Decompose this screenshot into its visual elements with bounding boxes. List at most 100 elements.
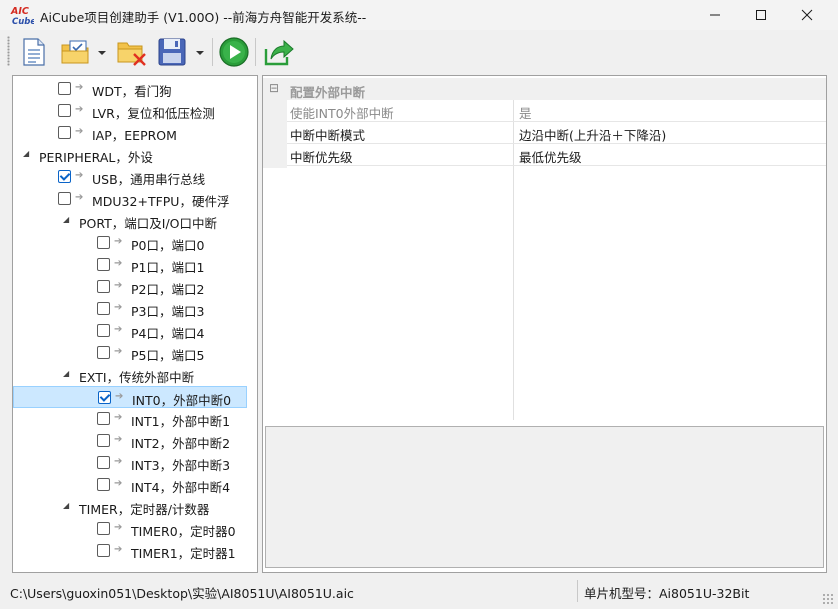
expand-toggle-icon[interactable]: ◢ <box>23 149 33 159</box>
tree-node-label: P4口，端口4 <box>131 326 205 341</box>
expand-toggle-icon[interactable]: ◢ <box>63 369 73 379</box>
tree-node-label: LVR，复位和低压检测 <box>92 106 215 121</box>
tree-node[interactable]: ➔ P5口，端口5 <box>13 342 247 364</box>
expand-toggle-icon[interactable]: ◢ <box>63 501 73 511</box>
node-checkbox[interactable] <box>98 391 111 404</box>
node-checkbox[interactable] <box>97 258 110 271</box>
property-category[interactable]: ⊟ 配置外部中断 <box>263 78 826 100</box>
tree-node[interactable]: ➔ LVR，复位和低压检测 <box>13 100 247 122</box>
node-checkbox[interactable] <box>58 82 71 95</box>
property-value: 最低优先级 <box>519 150 582 165</box>
maximize-button[interactable] <box>738 0 784 30</box>
resize-grip-icon[interactable] <box>822 593 834 605</box>
tree-node[interactable]: ➔ INT3，外部中断3 <box>13 452 247 474</box>
arrow-right-icon: ➔ <box>75 192 84 203</box>
tree-node[interactable]: ➔ P1口，端口1 <box>13 254 247 276</box>
tree-node[interactable]: ➔ TIMER0，定时器0 <box>13 518 247 540</box>
tree-node[interactable]: ➔ P0口，端口0 <box>13 232 247 254</box>
tree-node-label: USB，通用串行总线 <box>92 172 206 187</box>
tree-node-label: MDU32+TFPU，硬件浮 <box>92 194 230 209</box>
tree-node[interactable]: ➔ P2口，端口2 <box>13 276 247 298</box>
node-checkbox[interactable] <box>97 478 110 491</box>
run-button[interactable] <box>218 36 250 68</box>
node-checkbox[interactable] <box>58 170 71 183</box>
tree-node[interactable]: ➔ P4口，端口4 <box>13 320 247 342</box>
expand-toggle-icon[interactable]: ◢ <box>63 215 73 225</box>
node-checkbox[interactable] <box>97 346 110 359</box>
toolbar-grip[interactable] <box>7 36 10 66</box>
arrow-right-icon: ➔ <box>114 412 123 423</box>
node-checkbox[interactable] <box>97 236 110 249</box>
arrow-right-icon: ➔ <box>115 391 124 402</box>
tree-node[interactable]: ◢ TIMER，定时器/计数器 <box>13 496 247 518</box>
close-project-button[interactable] <box>116 36 148 68</box>
node-checkbox[interactable] <box>97 280 110 293</box>
node-checkbox[interactable] <box>58 192 71 205</box>
vertical-scrollbar[interactable] <box>257 226 258 431</box>
arrow-right-icon: ➔ <box>114 544 123 555</box>
property-row-priority[interactable]: 中断优先级 最低优先级 <box>287 144 826 166</box>
minimize-button[interactable] <box>692 0 738 30</box>
new-project-button[interactable] <box>18 36 50 68</box>
open-dropdown-button[interactable] <box>97 48 107 58</box>
node-checkbox[interactable] <box>97 412 110 425</box>
tree-node-label: WDT，看门狗 <box>92 84 172 99</box>
property-gutter <box>263 100 287 168</box>
node-checkbox[interactable] <box>97 324 110 337</box>
new-document-icon <box>23 38 45 66</box>
arrow-right-icon: ➔ <box>75 82 84 93</box>
node-checkbox[interactable] <box>97 302 110 315</box>
tree-node-label: P1口，端口1 <box>131 260 205 275</box>
open-project-button[interactable] <box>60 36 92 68</box>
property-name: 中断中断模式 <box>290 128 366 143</box>
tree-node[interactable]: ➔ INT1，外部中断1 <box>13 408 247 430</box>
property-row-enable-int0[interactable]: 使能INT0外部中断 是 <box>287 100 826 122</box>
collapse-icon[interactable]: ⊟ <box>269 82 279 94</box>
save-project-button[interactable] <box>156 36 188 68</box>
tree-node-label: PERIPHERAL，外设 <box>39 150 153 165</box>
arrow-right-icon: ➔ <box>114 434 123 445</box>
tree-node[interactable]: ◢ EXTI，传统外部中断 <box>13 364 247 386</box>
tree-node[interactable]: ➔ IAP，EEPROM <box>13 122 247 144</box>
tree-node[interactable]: ➔ INT4，外部中断4 <box>13 474 247 496</box>
tree-node[interactable]: ➔ TIMER1，定时器1 <box>13 540 247 562</box>
node-checkbox[interactable] <box>58 126 71 139</box>
play-icon <box>219 37 249 67</box>
chevron-down-icon <box>196 51 204 55</box>
node-checkbox[interactable] <box>97 522 110 535</box>
export-button[interactable] <box>263 36 295 68</box>
tree-node-label: P2口，端口2 <box>131 282 205 297</box>
close-folder-icon <box>117 42 146 66</box>
tree-node[interactable]: ➔ MDU32+TFPU，硬件浮 <box>13 188 247 210</box>
tree-node-label: PORT，端口及I/O口中断 <box>79 216 218 231</box>
node-checkbox[interactable] <box>58 104 71 117</box>
toolbar <box>0 30 838 74</box>
tree-node[interactable]: ◢ PORT，端口及I/O口中断 <box>13 210 247 232</box>
peripheral-tree[interactable]: ➔ WDT，看门狗 ➔ LVR，复位和低压检测 ➔ IAP，EEPROM ◢ PERIPHER… <box>12 75 258 573</box>
property-name: 使能INT0外部中断 <box>290 106 394 121</box>
tree-node[interactable]: ➔ USB，通用串行总线 <box>13 166 247 188</box>
arrow-right-icon: ➔ <box>114 324 123 335</box>
status-bar: C:\Users\guoxin051\Desktop\实验\AI8051U\AI… <box>0 577 838 609</box>
tree-node[interactable]: ➔ WDT，看门狗 <box>13 78 247 100</box>
node-checkbox[interactable] <box>97 434 110 447</box>
tree-node[interactable]: ➔ P3口，端口3 <box>13 298 247 320</box>
arrow-right-icon: ➔ <box>114 346 123 357</box>
close-button[interactable] <box>784 0 830 30</box>
tree-node[interactable]: ◢ PERIPHERAL，外设 <box>13 144 247 166</box>
save-dropdown-button[interactable] <box>195 48 205 58</box>
export-icon <box>264 39 294 66</box>
chip-model: 单片机型号：Ai8051U-32Bit <box>584 586 750 601</box>
tree-node[interactable]: ➔ INT2，外部中断2 <box>13 430 247 452</box>
tree-node-label: INT2，外部中断2 <box>131 436 231 451</box>
svg-text:Cube: Cube <box>12 17 34 26</box>
node-checkbox[interactable] <box>97 456 110 469</box>
svg-text:AIC: AIC <box>10 6 29 17</box>
open-folder-icon <box>61 40 89 64</box>
tree-node-label: EXTI，传统外部中断 <box>79 370 195 385</box>
node-checkbox[interactable] <box>97 544 110 557</box>
tree-node[interactable]: ➔ INT0，外部中断0 <box>13 386 247 408</box>
property-row-interrupt-mode[interactable]: 中断中断模式 边沿中断(上升沿＋下降沿) <box>287 122 826 144</box>
property-grid: ⊟ 配置外部中断 使能INT0外部中断 是 中断中断模式 边沿中断(上升沿＋下降… <box>263 76 826 420</box>
tree-node-label: INT3，外部中断3 <box>131 458 231 473</box>
